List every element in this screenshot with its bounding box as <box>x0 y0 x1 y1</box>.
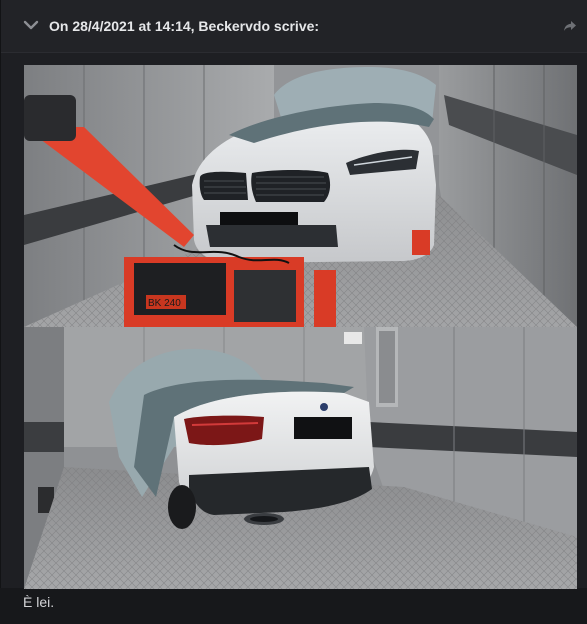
car-front-photo[interactable]: BK 240 <box>24 65 577 327</box>
quote-block: On 28/4/2021 at 14:14, Beckervdo scrive: <box>0 0 587 589</box>
quote-header[interactable]: On 28/4/2021 at 14:14, Beckervdo scrive: <box>1 0 587 53</box>
post-body-text: È lei. <box>23 594 55 610</box>
share-arrow-icon[interactable] <box>562 18 578 34</box>
car-rear-photo[interactable] <box>24 327 577 589</box>
charger-badge-label: BK 240 <box>148 298 181 309</box>
chevron-down-icon[interactable] <box>22 18 40 32</box>
quote-attribution: On 28/4/2021 at 14:14, Beckervdo scrive: <box>49 18 320 34</box>
